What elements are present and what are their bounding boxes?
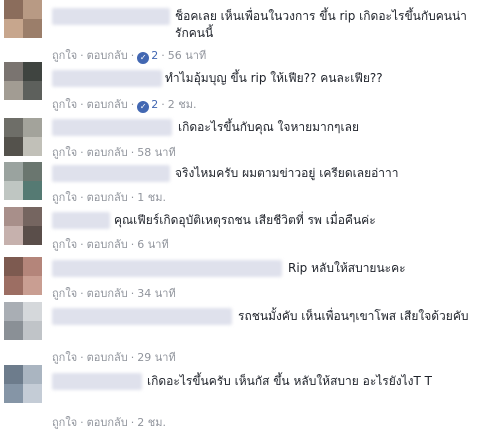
- commenter-name[interactable]: [52, 373, 142, 390]
- avatar[interactable]: [4, 365, 42, 403]
- thumbs-up-icon[interactable]: ✓: [137, 52, 150, 64]
- commenter-name[interactable]: [52, 212, 110, 229]
- commenter-name[interactable]: [52, 70, 162, 87]
- avatar[interactable]: [4, 0, 42, 38]
- comment-actions: ถูกใจ · ตอบกลับ · ✓ 2 · 2 ชม.: [52, 98, 197, 113]
- commenter-name[interactable]: [52, 260, 282, 277]
- comment-actions: ถูกใจ · ตอบกลับ · 2 ชม.: [52, 416, 166, 429]
- commenter-name[interactable]: [52, 308, 232, 325]
- timestamp[interactable]: 58 นาที: [137, 146, 175, 159]
- reply-link[interactable]: ตอบกลับ: [87, 351, 128, 364]
- avatar[interactable]: [4, 207, 42, 245]
- like-count[interactable]: 2: [151, 49, 158, 62]
- thumbs-up-icon[interactable]: ✓: [137, 101, 150, 113]
- like-link[interactable]: ถูกใจ: [52, 416, 77, 429]
- timestamp[interactable]: 29 นาที: [137, 351, 175, 364]
- comment-text: เกิดอะไรขึ้นครับ เห็นกัส ขึ้น หลับให้สบา…: [147, 374, 433, 388]
- comment-actions: ถูกใจ · ตอบกลับ · 29 นาที: [52, 351, 176, 364]
- reply-link[interactable]: ตอบกลับ: [87, 287, 128, 300]
- like-count[interactable]: 2: [151, 98, 158, 111]
- reply-link[interactable]: ตอบกลับ: [87, 98, 128, 111]
- avatar[interactable]: [4, 118, 42, 156]
- commenter-name[interactable]: [52, 165, 170, 182]
- comment-actions: ถูกใจ · ตอบกลับ · 34 นาที: [52, 287, 176, 300]
- timestamp[interactable]: 2 ชม.: [137, 416, 166, 429]
- timestamp[interactable]: 2 ชม.: [168, 98, 197, 111]
- comment-actions: ถูกใจ · ตอบกลับ · 6 นาที: [52, 238, 169, 251]
- reply-link[interactable]: ตอบกลับ: [87, 238, 128, 251]
- reply-link[interactable]: ตอบกลับ: [87, 146, 128, 159]
- avatar[interactable]: [4, 257, 42, 295]
- like-link[interactable]: ถูกใจ: [52, 146, 77, 159]
- comment-text: Rip หลับให้สบายนะคะ: [288, 261, 406, 275]
- avatar[interactable]: [4, 162, 42, 200]
- commenter-name[interactable]: [52, 8, 170, 25]
- avatar[interactable]: [4, 302, 42, 340]
- timestamp[interactable]: 34 นาที: [137, 287, 175, 300]
- comment-text: เกิดอะไรขึ้นกับคุณ ใจหายมากๆเลย: [178, 120, 359, 134]
- comment-text: ช็อคเลย เห็นเพื่อนในวงการ ขึ้น rip เกิดอ…: [175, 9, 467, 40]
- comment-actions: ถูกใจ · ตอบกลับ · ✓ 2 · 56 นาที: [52, 49, 207, 64]
- timestamp[interactable]: 56 นาที: [168, 49, 206, 62]
- timestamp[interactable]: 6 นาที: [137, 238, 168, 251]
- comment-actions: ถูกใจ · ตอบกลับ · 58 นาที: [52, 146, 176, 159]
- comment-actions: ถูกใจ · ตอบกลับ · 1 ชม.: [52, 191, 166, 204]
- reply-link[interactable]: ตอบกลับ: [87, 49, 128, 62]
- comment-text: คุณเฟียร์เกิดอุบัติเหตุรถชน เสียชีวิตที่…: [114, 213, 376, 227]
- like-link[interactable]: ถูกใจ: [52, 238, 77, 251]
- comment-text: จริงไหมครับ ผมตามข่าวอยู่ เครียดเลยอ่าาา: [175, 166, 399, 180]
- reply-link[interactable]: ตอบกลับ: [87, 191, 128, 204]
- comment-text: รถชนมั้งคับ เห็นเพื่อนๆเขาโพส เสียใจด้วย…: [238, 309, 469, 323]
- reply-link[interactable]: ตอบกลับ: [87, 416, 128, 429]
- like-link[interactable]: ถูกใจ: [52, 351, 77, 364]
- commenter-name[interactable]: [52, 119, 172, 136]
- like-link[interactable]: ถูกใจ: [52, 98, 77, 111]
- like-link[interactable]: ถูกใจ: [52, 191, 77, 204]
- like-link[interactable]: ถูกใจ: [52, 287, 77, 300]
- like-link[interactable]: ถูกใจ: [52, 49, 77, 62]
- avatar[interactable]: [4, 62, 42, 100]
- comment-text: ทำไมอุ้มบุญ ขึ้น rip ให้เฟีย?? คนละเฟีย?…: [165, 71, 383, 85]
- timestamp[interactable]: 1 ชม.: [137, 191, 166, 204]
